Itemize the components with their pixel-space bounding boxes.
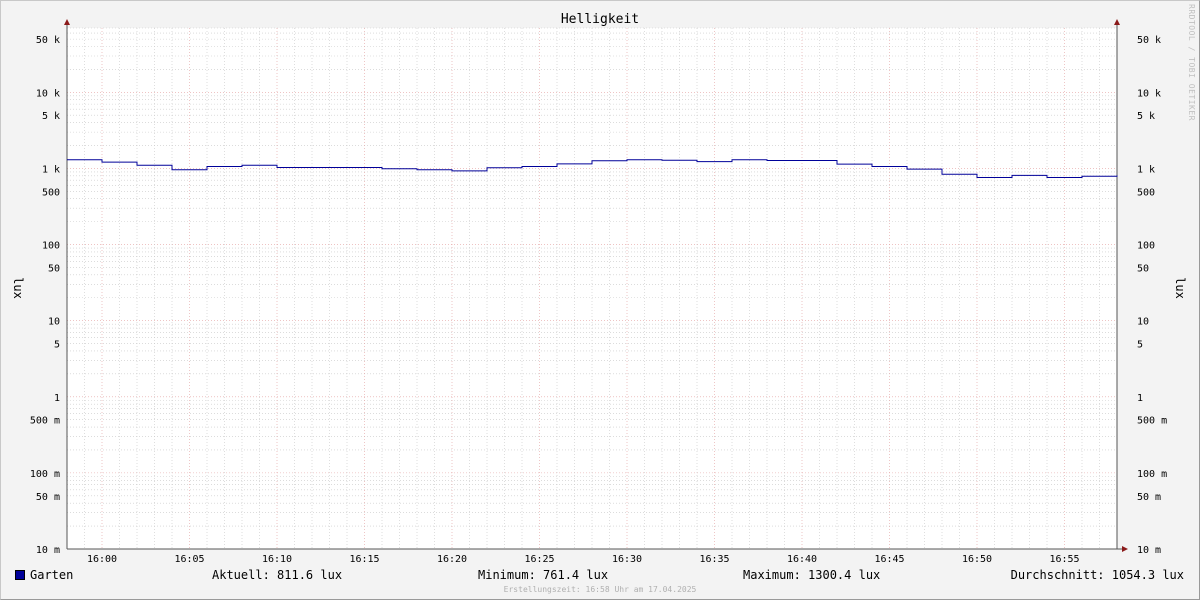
y-tick-label-left: 500 <box>42 187 60 198</box>
y-tick-label-left: 50 k <box>36 35 60 46</box>
y-tick-label-right: 500 <box>1137 187 1155 198</box>
creation-timestamp: Erstellungszeit: 16:58 Uhr am 17.04.2025 <box>503 585 697 594</box>
y-tick-label-left: 50 <box>48 263 60 274</box>
x-tick-label: 16:25 <box>524 554 554 565</box>
y-tick-label-left: 5 k <box>42 111 60 122</box>
y-axis-right-arrow <box>1114 19 1120 25</box>
y-tick-label-left: 5 <box>54 340 60 351</box>
rrdtool-credit: RRDTOOL / TOBI OETIKER <box>1187 4 1196 121</box>
y-axis-left-arrow <box>64 19 70 25</box>
y-tick-label-left: 100 <box>42 241 60 252</box>
legend-series-name: Garten <box>30 568 74 582</box>
y-tick-label-right: 100 m <box>1137 469 1167 480</box>
legend-average: Durchschnitt: 1054.3 lux <box>1010 568 1184 582</box>
y-tick-label-right: 500 m <box>1137 416 1167 427</box>
legend-maximum: Maximum: 1300.4 lux <box>743 568 881 582</box>
y-tick-label-left: 1 <box>54 393 60 404</box>
y-tick-label-right: 10 <box>1137 317 1149 328</box>
y-tick-label-right: 1 <box>1137 393 1143 404</box>
y-tick-label-left: 10 k <box>36 88 60 99</box>
chart-title: Helligkeit <box>561 12 639 27</box>
x-tick-label: 16:55 <box>1049 554 1079 565</box>
legend: Garten Aktuell: 811.6 lux Minimum: 761.4… <box>0 567 1200 585</box>
y-axis-label-right: lux <box>1173 277 1187 299</box>
y-tick-label-right: 5 k <box>1137 111 1155 122</box>
y-axis-label-left: lux <box>11 277 25 299</box>
x-tick-label: 16:30 <box>612 554 642 565</box>
legend-swatch-garten <box>15 570 25 580</box>
y-tick-label-right: 50 <box>1137 263 1149 274</box>
y-tick-label-right: 100 <box>1137 241 1155 252</box>
y-tick-label-left: 10 <box>48 317 60 328</box>
x-tick-label: 16:35 <box>699 554 729 565</box>
x-tick-label: 16:50 <box>962 554 992 565</box>
y-tick-label-left: 50 m <box>36 492 60 503</box>
y-tick-label-right: 10 m <box>1137 545 1161 556</box>
x-tick-label: 16:05 <box>174 554 204 565</box>
x-tick-label: 16:45 <box>874 554 904 565</box>
legend-current: Aktuell: 811.6 lux <box>212 568 343 582</box>
x-tick-label: 16:00 <box>87 554 117 565</box>
x-tick-label: 16:10 <box>262 554 292 565</box>
x-tick-label: 16:40 <box>787 554 817 565</box>
y-tick-label-right: 1 k <box>1137 164 1155 175</box>
y-tick-label-left: 1 k <box>42 164 60 175</box>
y-tick-label-right: 50 m <box>1137 492 1161 503</box>
y-tick-label-right: 10 k <box>1137 88 1161 99</box>
x-tick-label: 16:20 <box>437 554 467 565</box>
legend-minimum: Minimum: 761.4 lux <box>478 568 609 582</box>
y-tick-label-right: 5 <box>1137 340 1143 351</box>
y-tick-label-left: 100 m <box>30 469 60 480</box>
y-tick-label-left: 500 m <box>30 416 60 427</box>
chart-canvas: 50 k 50 k 10 k 10 k 5 k 5 k 1 k 1 k 500 500 100 100… <box>11 12 1187 565</box>
x-axis-arrow <box>1122 546 1128 552</box>
y-tick-label-right: 50 k <box>1137 35 1161 46</box>
x-tick-label: 16:15 <box>349 554 379 565</box>
y-tick-label-left: 10 m <box>36 545 60 556</box>
